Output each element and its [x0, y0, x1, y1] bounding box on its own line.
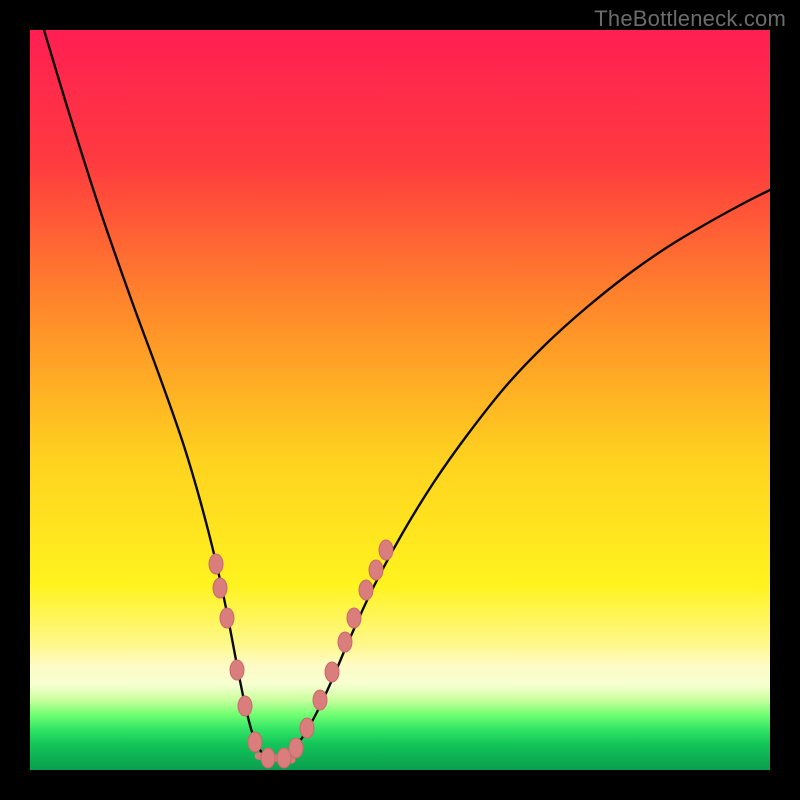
- curve-marker: [379, 540, 393, 560]
- curve-marker: [230, 660, 244, 680]
- curve-marker: [209, 554, 223, 574]
- chart-frame: [30, 30, 770, 770]
- chart-curves: [30, 30, 770, 770]
- curve-marker: [289, 738, 303, 758]
- curve-marker: [248, 732, 262, 752]
- series-left-branch: [44, 30, 270, 758]
- watermark-text: TheBottleneck.com: [594, 6, 786, 32]
- curve-marker: [359, 580, 373, 600]
- curve-marker: [313, 690, 327, 710]
- series-right-branch: [278, 190, 770, 758]
- curve-marker: [369, 560, 383, 580]
- curve-marker: [325, 662, 339, 682]
- curve-marker: [261, 748, 275, 768]
- curve-marker: [238, 696, 252, 716]
- curve-marker: [220, 608, 234, 628]
- curve-marker: [213, 578, 227, 598]
- curve-marker: [300, 718, 314, 738]
- curve-marker: [338, 632, 352, 652]
- curve-marker: [347, 608, 361, 628]
